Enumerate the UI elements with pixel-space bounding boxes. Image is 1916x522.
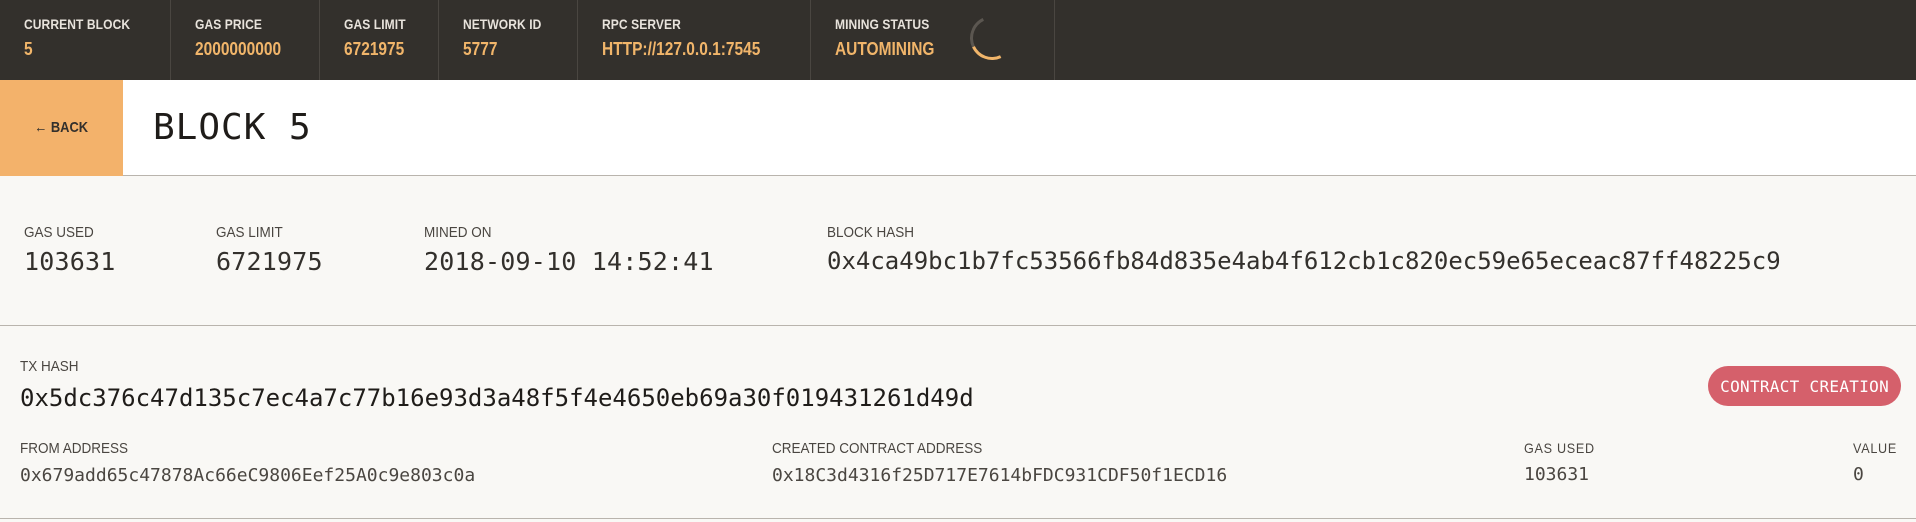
from-address-label: FROM ADDRESS bbox=[20, 440, 129, 457]
page-title: BLOCK 5 bbox=[153, 107, 312, 148]
gas-limit-value: 6721975 bbox=[343, 39, 404, 59]
mining-status-stat: MINING STATUS AUTOMINING bbox=[811, 0, 1056, 80]
block-hash-value: 0x4ca49bc1b7fc53566fb84d835e4ab4f612cb1c… bbox=[827, 247, 1781, 275]
network-id-label: NETWORK ID bbox=[463, 16, 542, 32]
current-block-stat: CURRENT BLOCK 5 bbox=[0, 0, 172, 80]
block-gas-limit: GAS LIMIT 6721975 bbox=[216, 224, 424, 276]
block-details: GAS USED 103631 GAS LIMIT 6721975 MINED … bbox=[0, 176, 1916, 326]
back-button[interactable]: ← BACK bbox=[0, 79, 123, 176]
created-contract-address-value: 0x18C3d4316f25D717E7614bFDC931CDF50f1ECD… bbox=[772, 465, 1228, 486]
tx-gas-used: GAS USED 103631 bbox=[1524, 440, 1603, 485]
block-gas-limit-value: 6721975 bbox=[216, 247, 323, 276]
contract-creation-badge: CONTRACT CREATION bbox=[1708, 366, 1901, 406]
rpc-server-label: RPC SERVER bbox=[602, 16, 682, 32]
from-address: FROM ADDRESS 0x679add65c47878Ac66eC9806E… bbox=[20, 440, 475, 486]
gas-price-stat: GAS PRICE 2000000000 bbox=[171, 0, 320, 80]
tx-value: VALUE 0 bbox=[1853, 440, 1902, 485]
status-bar: CURRENT BLOCK 5 GAS PRICE 2000000000 GAS… bbox=[0, 0, 1916, 80]
created-contract-address-label: CREATED CONTRACT ADDRESS bbox=[772, 440, 983, 457]
tx-value-value: 0 bbox=[1853, 464, 1864, 485]
mining-status-value: AUTOMINING bbox=[834, 39, 935, 59]
tx-gas-used-value: 103631 bbox=[1524, 464, 1590, 485]
block-hash-label: BLOCK HASH bbox=[827, 224, 915, 241]
block-gas-used-value: 103631 bbox=[24, 247, 116, 276]
transaction-row[interactable]: TX HASH 0x5dc376c47d135c7ec4a7c77b16e93d… bbox=[0, 326, 1916, 519]
block-hash: BLOCK HASH 0x4ca49bc1b7fc53566fb84d835e4… bbox=[827, 224, 1781, 275]
network-id-value: 5777 bbox=[463, 39, 498, 59]
tx-hash-value: 0x5dc376c47d135c7ec4a7c77b16e93d3a48f5f4… bbox=[20, 384, 974, 412]
gas-price-value: 2000000000 bbox=[195, 39, 282, 59]
block-mined-on-value: 2018-09-10 14:52:41 bbox=[424, 247, 714, 276]
page-header: ← BACK BLOCK 5 bbox=[0, 79, 1916, 176]
block-gas-used-label: GAS USED bbox=[24, 224, 94, 241]
current-block-value: 5 bbox=[24, 39, 33, 59]
back-button-label: ← BACK bbox=[34, 119, 89, 136]
tx-hash-label: TX HASH bbox=[20, 358, 79, 375]
block-mined-on: MINED ON 2018-09-10 14:52:41 bbox=[424, 224, 827, 276]
tx-gas-used-label: GAS USED bbox=[1524, 440, 1595, 456]
rpc-server-stat: RPC SERVER HTTP://127.0.0.1:7545 bbox=[578, 0, 811, 80]
block-gas-used: GAS USED 103631 bbox=[24, 224, 216, 276]
created-contract-address: CREATED CONTRACT ADDRESS 0x18C3d4316f25D… bbox=[772, 440, 1227, 486]
block-gas-limit-label: GAS LIMIT bbox=[216, 224, 283, 241]
from-address-value: 0x679add65c47878Ac66eC9806Eef25A0c9e803c… bbox=[20, 465, 476, 486]
gas-price-label: GAS PRICE bbox=[195, 16, 263, 32]
current-block-label: CURRENT BLOCK bbox=[24, 16, 131, 32]
rpc-server-value: HTTP://127.0.0.1:7545 bbox=[602, 39, 761, 59]
block-mined-on-label: MINED ON bbox=[424, 224, 492, 241]
spinner-icon bbox=[964, 9, 1021, 67]
gas-limit-label: GAS LIMIT bbox=[343, 16, 406, 32]
tx-value-label: VALUE bbox=[1853, 440, 1897, 456]
mining-status-label: MINING STATUS bbox=[834, 16, 929, 32]
gas-limit-stat: GAS LIMIT 6721975 bbox=[320, 0, 440, 80]
network-id-stat: NETWORK ID 5777 bbox=[439, 0, 579, 80]
